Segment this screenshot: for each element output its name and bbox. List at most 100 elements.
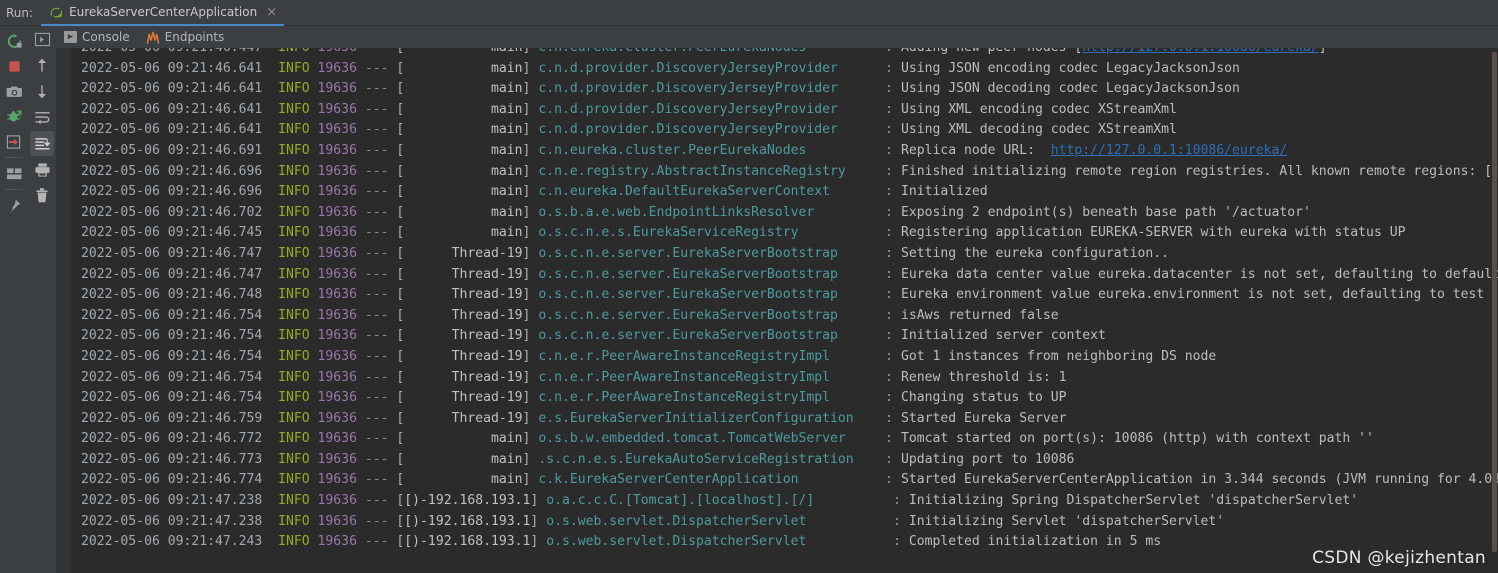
debug-attach-icon[interactable] <box>2 104 26 129</box>
log-thread: main <box>404 60 523 76</box>
camera-icon[interactable] <box>2 79 26 104</box>
log-line: 2022-05-06 09:21:46.747 INFO 19636 --- [… <box>71 244 1498 265</box>
log-pid: 19636 <box>317 163 357 179</box>
arrow-down-icon[interactable] <box>30 79 54 104</box>
log-link[interactable]: http://127.0.0.1:10086/eureka/ <box>1051 143 1288 158</box>
log-bracket-close: ] <box>522 122 531 138</box>
log-line: 2022-05-06 09:21:46.754 INFO 19636 --- [… <box>71 368 1498 389</box>
log-separator: --- <box>364 472 389 488</box>
log-colon: : <box>885 204 901 220</box>
log-logger: o.s.web.servlet.DispatcherServlet <box>546 534 894 550</box>
log-line: 2022-05-06 09:21:46.641 INFO 19636 --- [… <box>71 79 1498 100</box>
log-thread: main <box>404 81 523 97</box>
log-logger: c.n.d.provider.DiscoveryJerseyProvider <box>538 122 886 138</box>
log-logger: o.s.b.a.e.web.EndpointLinksResolver <box>538 204 886 220</box>
log-line: 2022-05-06 09:21:46.759 INFO 19636 --- [… <box>71 409 1498 430</box>
log-bracket-close: ] <box>522 410 531 426</box>
log-level: INFO <box>278 81 310 97</box>
log-line: 2022-05-06 09:21:46.772 INFO 19636 --- [… <box>71 429 1498 450</box>
console-actions-toolbar <box>28 26 56 573</box>
scroll-to-end-icon[interactable] <box>30 131 54 156</box>
ide-run-tool-window: Run: EurekaServerCenterApplication × ▶ C… <box>0 0 1498 573</box>
log-level: INFO <box>278 348 310 364</box>
log-level: INFO <box>278 266 310 282</box>
console-subtab-bar: ▶ Console Endpoints <box>56 26 1498 48</box>
arrow-up-icon[interactable] <box>30 53 54 78</box>
log-colon: : <box>885 101 901 117</box>
tab-endpoints[interactable]: Endpoints <box>146 30 224 44</box>
expand-console-icon[interactable] <box>30 27 54 52</box>
log-message: Started Eureka Server <box>900 410 1067 426</box>
log-message: Changing status to UP <box>900 390 1067 406</box>
log-bracket-close: ] <box>522 163 531 179</box>
scrollbar-thumb[interactable] <box>1492 52 1497 552</box>
layout-icon[interactable] <box>2 161 26 186</box>
log-level: INFO <box>278 451 310 467</box>
tab-console-label: Console <box>82 30 130 44</box>
log-line: 2022-05-06 09:21:47.238 INFO 19636 --- [… <box>71 491 1498 512</box>
pin-icon[interactable] <box>2 193 26 218</box>
log-separator: --- <box>364 369 389 385</box>
log-line: 2022-05-06 09:21:46.447 INFO 19636 --- [… <box>71 48 1498 59</box>
log-logger: c.n.eureka.cluster.PeerEurekaNodes <box>538 48 885 55</box>
log-pid: 19636 <box>317 390 357 406</box>
log-separator: --- <box>364 184 389 200</box>
print-icon[interactable] <box>30 157 54 182</box>
log-colon: : <box>893 534 909 550</box>
log-pid: 19636 <box>317 513 357 529</box>
log-pid: 19636 <box>317 204 357 220</box>
exit-icon[interactable] <box>2 129 26 154</box>
log-level: INFO <box>278 534 310 550</box>
log-separator: --- <box>364 60 389 76</box>
log-line: 2022-05-06 09:21:46.754 INFO 19636 --- [… <box>71 388 1498 409</box>
log-thread: [)-192.168.193.1 <box>404 493 531 509</box>
stop-icon[interactable] <box>2 54 26 79</box>
log-logger: o.s.c.n.e.server.EurekaServerBootstrap <box>538 266 886 282</box>
log-thread: Thread-19 <box>404 410 523 426</box>
log-logger: o.s.c.n.e.server.EurekaServerBootstrap <box>538 245 886 261</box>
log-timestamp: 2022-05-06 09:21:47.243 <box>81 534 263 550</box>
log-bracket-close: ] <box>522 431 531 447</box>
log-level: INFO <box>278 60 310 76</box>
log-thread: main <box>404 122 523 138</box>
log-line: 2022-05-06 09:21:46.641 INFO 19636 --- [… <box>71 100 1498 121</box>
console-vertical-scrollbar[interactable] <box>1491 48 1498 573</box>
soft-wrap-icon[interactable] <box>30 105 54 130</box>
tab-console[interactable]: ▶ Console <box>64 30 130 44</box>
rerun-icon[interactable] <box>2 29 26 54</box>
log-bracket-close: ] <box>522 60 531 76</box>
run-tab-eureka-server-center-application[interactable]: EurekaServerCenterApplication × <box>41 0 285 26</box>
log-link[interactable]: http://127.0.0.1:10086/eureka/ <box>1082 48 1319 55</box>
log-message: isAws returned false <box>900 307 1059 323</box>
log-separator: --- <box>364 451 389 467</box>
log-level: INFO <box>278 472 310 488</box>
log-line: 2022-05-06 09:21:46.754 INFO 19636 --- [… <box>71 306 1498 327</box>
log-bracket-close: ] <box>522 390 531 406</box>
log-pid: 19636 <box>317 245 357 261</box>
log-bracket-close: ] <box>522 142 531 158</box>
log-thread: main <box>404 472 523 488</box>
trash-icon[interactable] <box>30 183 54 208</box>
log-line: 2022-05-06 09:21:46.748 INFO 19636 --- [… <box>71 285 1498 306</box>
log-pid: 19636 <box>318 48 357 55</box>
log-message: Using XML decoding codec XStreamXml <box>900 122 1177 138</box>
console-output[interactable]: 2022-05-06 09:21:46.447 INFO 19636 --- [… <box>71 48 1498 573</box>
log-timestamp: 2022-05-06 09:21:46.447 <box>81 48 262 55</box>
log-separator: --- <box>364 328 389 344</box>
log-message: Using JSON decoding codec LegacyJacksonJ… <box>900 81 1240 97</box>
log-separator: --- <box>364 142 389 158</box>
log-thread: Thread-19 <box>404 348 523 364</box>
log-separator: --- <box>364 101 389 117</box>
log-bracket-close: ] <box>522 184 531 200</box>
log-message: Got 1 instances from neighboring DS node <box>900 348 1217 364</box>
console-icon: ▶ <box>64 31 77 43</box>
log-separator: --- <box>364 493 389 509</box>
log-timestamp: 2022-05-06 09:21:46.759 <box>81 410 263 426</box>
log-bracket-close: ] <box>530 493 539 509</box>
log-thread: main <box>404 48 523 55</box>
close-icon[interactable]: × <box>266 6 277 19</box>
log-bracket-close: ] <box>522 101 531 117</box>
log-message: Initialized <box>900 184 988 200</box>
log-separator: --- <box>364 348 389 364</box>
log-pid: 19636 <box>317 101 357 117</box>
